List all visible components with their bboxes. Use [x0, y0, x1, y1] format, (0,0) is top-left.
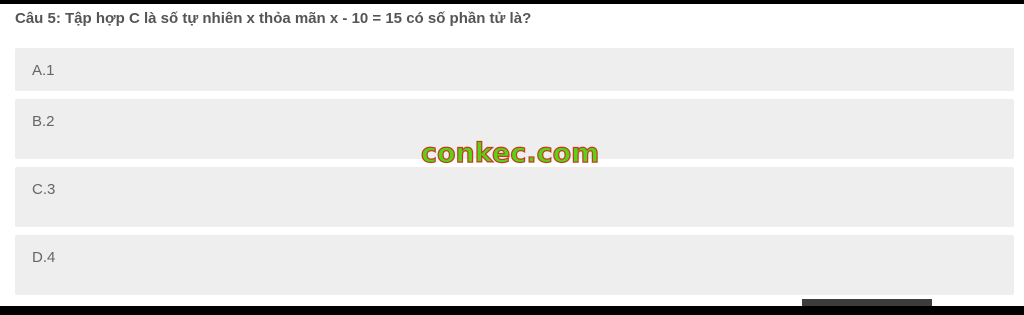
scroll-thumb[interactable]: [802, 299, 932, 306]
answer-option-label: C.3: [32, 181, 56, 198]
answer-option-a[interactable]: A.1: [15, 48, 1014, 91]
answer-option-label: D.4: [32, 249, 56, 266]
answer-options-list: A.1 B.2 C.3 D.4: [15, 48, 1014, 303]
answer-option-label: A.1: [32, 62, 55, 79]
watermark-logo: conkec.com: [420, 137, 600, 169]
question-text: Câu 5: Tập hợp C là số tự nhiên x thỏa m…: [15, 10, 532, 27]
answer-option-c[interactable]: C.3: [15, 167, 1014, 227]
answer-option-label: B.2: [32, 113, 55, 130]
bottom-edge-bar: [0, 306, 1024, 315]
answer-option-d[interactable]: D.4: [15, 235, 1014, 295]
top-edge-bar: [0, 0, 1024, 4]
